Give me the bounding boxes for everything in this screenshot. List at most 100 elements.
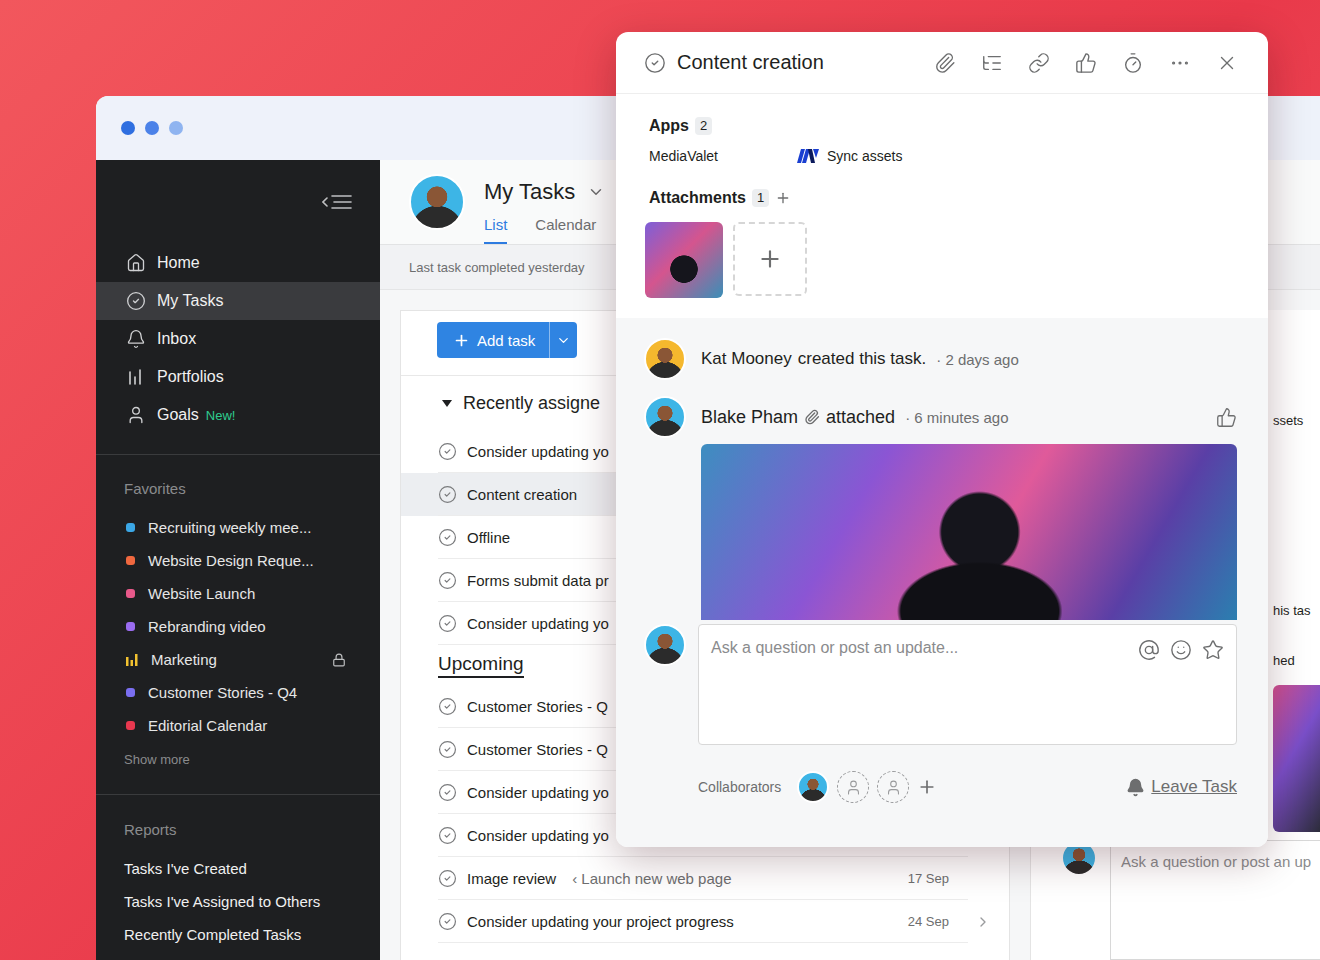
- nav-item[interactable]: Portfolios: [96, 358, 380, 396]
- nav-item[interactable]: Home: [96, 244, 380, 282]
- comment-field[interactable]: Ask a question or post an update...: [698, 624, 1237, 745]
- paperclip-icon[interactable]: [934, 52, 956, 74]
- nav-item[interactable]: Inbox: [96, 320, 380, 358]
- check-circle-icon[interactable]: [438, 826, 457, 845]
- title-row: My Tasks: [484, 178, 605, 206]
- app-action[interactable]: Sync assets: [797, 146, 902, 166]
- report-item[interactable]: Tasks I've Created: [96, 852, 380, 885]
- link-icon[interactable]: [1028, 52, 1050, 74]
- add-task-menu-button[interactable]: [549, 322, 577, 358]
- show-more-link[interactable]: Show more: [96, 751, 380, 769]
- lock-icon: [332, 653, 346, 667]
- favorite-item[interactable]: Website Launch: [96, 577, 380, 610]
- favorite-item[interactable]: Marketing: [96, 643, 380, 676]
- desktop: HomeMy TasksInboxPortfoliosGoalsNew!Favo…: [0, 0, 1320, 960]
- nav-item[interactable]: GoalsNew!: [96, 396, 380, 434]
- task-project[interactable]: ‹ Launch new web page: [572, 870, 731, 887]
- expand-triangle-icon[interactable]: [441, 397, 453, 409]
- check-circle-icon[interactable]: [438, 528, 457, 547]
- check-circle-icon[interactable]: [438, 697, 457, 716]
- view-tab[interactable]: Calendar: [535, 216, 596, 244]
- task-detail-header: Content creation: [616, 32, 1268, 94]
- attachment-thumbnail[interactable]: [645, 222, 723, 298]
- activity-author[interactable]: Blake Pham: [701, 407, 798, 428]
- chevron-down-icon[interactable]: [587, 183, 605, 201]
- window-dot[interactable]: [169, 121, 183, 135]
- attached-image[interactable]: [701, 444, 1237, 620]
- task-title[interactable]: Content creation: [677, 51, 923, 74]
- favorite-item[interactable]: Website Design Reque...: [96, 544, 380, 577]
- add-task-button[interactable]: Add task: [437, 322, 549, 358]
- thumbs-up-icon[interactable]: [1075, 52, 1097, 74]
- chevron-right-icon[interactable]: [975, 914, 991, 930]
- plus-icon[interactable]: [775, 190, 791, 206]
- favorite-item[interactable]: Editorial Calendar: [96, 709, 380, 742]
- close-icon[interactable]: [1216, 52, 1238, 74]
- add-collaborator-icon[interactable]: [917, 777, 937, 797]
- favorite-item[interactable]: Customer Stories - Q4: [96, 676, 380, 709]
- sidebar-divider: [96, 794, 380, 795]
- activity-action: created this task.: [798, 349, 927, 369]
- mention-icon[interactable]: [1138, 639, 1160, 661]
- window-dot[interactable]: [145, 121, 159, 135]
- empty-collaborator[interactable]: [837, 771, 869, 803]
- check-circle-icon[interactable]: [438, 442, 457, 461]
- check-circle-icon[interactable]: [438, 783, 457, 802]
- plus-icon: [757, 246, 783, 272]
- report-item[interactable]: Tasks I've Assigned to Others: [96, 885, 380, 918]
- collaborator-avatar[interactable]: [797, 771, 829, 803]
- view-tab[interactable]: List: [484, 216, 507, 244]
- pane-composer: Ask a question or post an up: [1031, 840, 1320, 960]
- button-label: Add task: [477, 332, 535, 349]
- favorite-item[interactable]: Rebranding video: [96, 610, 380, 643]
- bar-chart-icon: [126, 367, 146, 387]
- task-name: Consider updating your project progress: [467, 913, 734, 930]
- emoji-icon[interactable]: [1170, 639, 1192, 661]
- page-title: My Tasks: [484, 178, 575, 206]
- user-avatar[interactable]: [409, 174, 465, 230]
- more-icon[interactable]: [1169, 52, 1191, 74]
- user-avatar[interactable]: [644, 396, 686, 438]
- check-circle-icon[interactable]: [438, 740, 457, 759]
- task-row[interactable]: Image review‹ Launch new web page17 Sep: [401, 857, 1009, 900]
- window-dot[interactable]: [121, 121, 135, 135]
- person-icon: [885, 779, 902, 796]
- check-circle-icon[interactable]: [644, 52, 666, 74]
- check-circle-icon[interactable]: [438, 571, 457, 590]
- nav-item[interactable]: My Tasks: [96, 282, 380, 320]
- task-name: Consider updating yo: [467, 615, 609, 632]
- home-icon: [126, 253, 146, 273]
- add-attachment-tile[interactable]: [733, 222, 807, 296]
- collapse-sidebar-icon[interactable]: [322, 192, 352, 212]
- activity-feed: Kat Mooneycreated this task.· 2 days ago…: [616, 318, 1268, 847]
- activity-line: Kat Mooneycreated this task.· 2 days ago: [701, 349, 1237, 369]
- field-title: Apps: [649, 114, 689, 138]
- check-circle-icon[interactable]: [438, 485, 457, 504]
- activity-author[interactable]: Kat Mooney: [701, 349, 792, 369]
- color-dot: [126, 721, 135, 730]
- title-block: My Tasks List Calendar: [484, 160, 605, 244]
- user-avatar[interactable]: [644, 338, 686, 380]
- pane-comment-field[interactable]: Ask a question or post an up: [1110, 840, 1320, 960]
- report-item[interactable]: Recently Completed Tasks: [96, 918, 380, 951]
- empty-collaborator[interactable]: [877, 771, 909, 803]
- check-circle-icon[interactable]: [438, 869, 457, 888]
- favorite-label: Rebranding video: [148, 618, 346, 635]
- leave-task-button[interactable]: Leave Task: [1126, 777, 1237, 797]
- task-due-date: 24 Sep: [908, 914, 949, 929]
- row-chevron-slot: [973, 900, 993, 943]
- favorites-list: Recruiting weekly mee...Website Design R…: [96, 511, 380, 742]
- task-row[interactable]: Consider updating your project progress 2…: [401, 900, 1009, 943]
- star-icon[interactable]: [1202, 639, 1224, 661]
- check-circle-icon[interactable]: [438, 912, 457, 931]
- subtask-icon[interactable]: [981, 52, 1003, 74]
- section-title: Recently assigne: [463, 391, 600, 415]
- check-circle-icon[interactable]: [438, 614, 457, 633]
- timer-icon[interactable]: [1122, 52, 1144, 74]
- nav-label: Inbox: [157, 330, 196, 348]
- task-name: Content creation: [467, 486, 577, 503]
- thumbs-up-icon[interactable]: [1216, 407, 1237, 428]
- favorite-item[interactable]: Recruiting weekly mee...: [96, 511, 380, 544]
- nav-label: Portfolios: [157, 368, 224, 386]
- task-name: Forms submit data pr: [467, 572, 609, 589]
